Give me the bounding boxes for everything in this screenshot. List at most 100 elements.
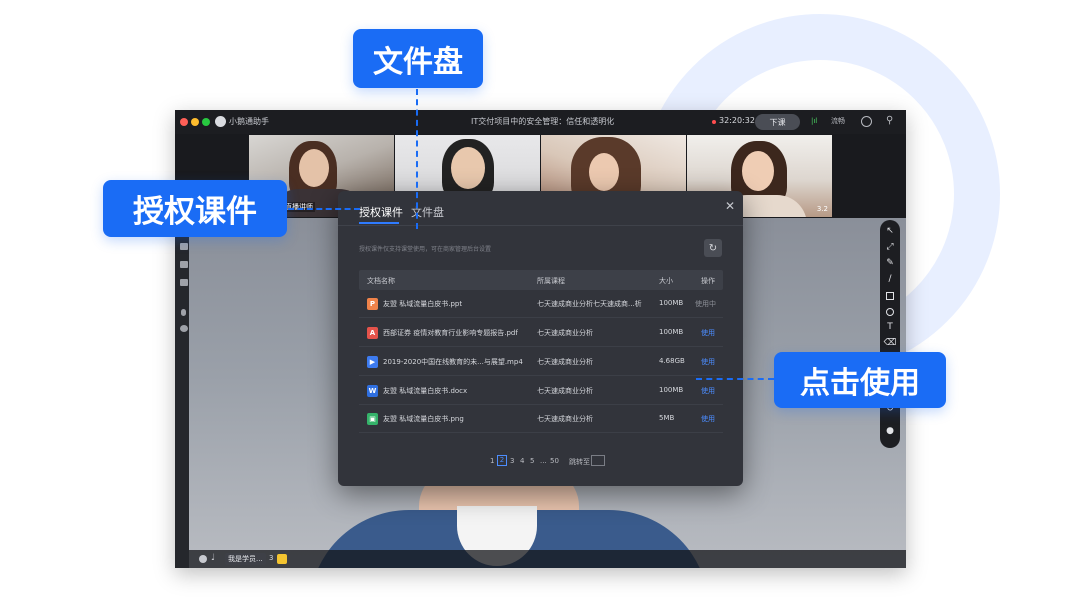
file-course: 七天速成商业分析 xyxy=(537,358,593,366)
screen-share-icon[interactable] xyxy=(180,261,188,268)
laser-icon[interactable]: ⤢ xyxy=(880,242,900,252)
tab-authorized-courseware[interactable]: 授权课件 xyxy=(359,204,403,220)
active-tab-indicator xyxy=(359,222,399,224)
use-button[interactable]: 使用 xyxy=(701,386,715,396)
callout-click-use: 点击使用 xyxy=(774,352,946,408)
whiteboard-icon[interactable] xyxy=(180,279,188,286)
file-name: 友盟 私域流量白皮书.docx xyxy=(383,387,468,395)
lesson-title: IT交付项目中的安全管理：信任和透明化 xyxy=(471,117,615,126)
ppt-icon: P xyxy=(367,298,378,310)
tile-name: 直播讲师 xyxy=(283,202,315,212)
file-name: 友盟 私域流量白皮书.ppt xyxy=(383,300,463,308)
column-header-course: 所属课程 xyxy=(537,277,565,285)
self-name: 我是学员... xyxy=(225,553,266,565)
page-2-current[interactable]: 2 xyxy=(497,455,507,466)
table-row: A 西部证券 疫情对教育行业影响专题报告.pdf 七天速成商业分析 100MB … xyxy=(359,319,723,347)
table-row: W 友盟 私域流量白皮书.docx 七天速成商业分析 100MB 使用 xyxy=(359,377,723,405)
pdf-icon: A xyxy=(367,327,378,339)
drawing-toolbar: ↖ ⤢ ✎ ∕ T ⌫ ↻ ● xyxy=(880,220,900,448)
microphone-icon[interactable]: ♩ xyxy=(211,553,215,563)
person-head xyxy=(451,147,485,189)
courseware-hint: 授权课件仅支持课堂使用，可在商家管理后台设置 xyxy=(359,246,492,253)
column-header-action: 操作 xyxy=(701,277,715,285)
participant-count: 3 xyxy=(269,554,274,562)
pointer-icon[interactable]: ↖ xyxy=(880,226,900,236)
person-head xyxy=(742,151,774,191)
word-icon: W xyxy=(367,385,378,397)
bottom-bar: ♩ 我是学员... 3 xyxy=(189,550,906,568)
file-size: 100MB xyxy=(659,386,684,394)
file-size: 4.68GB xyxy=(659,357,685,365)
connector-line xyxy=(696,378,774,380)
connector-line xyxy=(416,89,418,229)
close-window-button[interactable] xyxy=(180,118,188,126)
person-head xyxy=(299,149,329,187)
file-name: 友盟 私域流量白皮书.png xyxy=(383,415,464,423)
table-row: ▶ 2019-2020中国在线教育的未...与展望.mp4 七天速成商业分析 4… xyxy=(359,348,723,376)
left-sidebar xyxy=(175,218,189,568)
video-icon: ▶ xyxy=(367,356,378,368)
file-course: 七天速成商业分析七天速成商...析 xyxy=(537,300,642,308)
signal-icon: |ıl xyxy=(811,117,818,125)
clear-icon[interactable]: ● xyxy=(880,426,900,436)
refresh-icon[interactable]: ↻ xyxy=(704,239,722,257)
image-icon: ▣ xyxy=(367,413,378,425)
column-header-name: 文档名称 xyxy=(367,277,395,285)
title-bar: 小鹅通助手 IT交付项目中的安全管理：信任和透明化 32:20:32 下课 |ı… xyxy=(175,110,906,134)
table-row: ▣ 友盟 私域流量白皮书.png 七天速成商业分析 5MB 使用 xyxy=(359,405,723,433)
jump-label: 跳转至 xyxy=(569,458,590,466)
use-button[interactable]: 使用 xyxy=(701,414,715,424)
file-size: 100MB xyxy=(659,328,684,336)
network-quality[interactable]: 流畅 xyxy=(831,116,845,126)
page-4[interactable]: 4 xyxy=(520,457,524,465)
rectangle-icon[interactable] xyxy=(886,292,894,300)
app-logo-icon xyxy=(215,116,226,127)
page-ellipsis: ... xyxy=(540,457,547,465)
file-course: 七天速成商业分析 xyxy=(537,329,593,337)
minimize-window-button[interactable] xyxy=(191,118,199,126)
class-timer: 32:20:32 xyxy=(719,116,755,125)
use-button[interactable]: 使用 xyxy=(701,357,715,367)
eraser-icon[interactable]: ⌫ xyxy=(880,338,900,348)
maximize-window-button[interactable] xyxy=(202,118,210,126)
app-name: 小鹅通助手 xyxy=(229,117,269,126)
microphone-icon[interactable] xyxy=(181,309,186,316)
page-1[interactable]: 1 xyxy=(490,457,494,465)
file-size: 100MB xyxy=(659,299,684,307)
file-size: 5MB xyxy=(659,414,675,422)
line-icon[interactable]: ∕ xyxy=(880,274,900,284)
courseware-dialog: ✕ 授权课件 文件盘 授权课件仅支持课堂使用，可在商家管理后台设置 ↻ 文档名称… xyxy=(338,191,743,486)
table-row: P 友盟 私域流量白皮书.ppt 七天速成商业分析七天速成商...析 100MB… xyxy=(359,290,723,318)
tab-divider xyxy=(338,225,743,226)
folder-icon[interactable] xyxy=(180,243,188,250)
callout-file-disk: 文件盘 xyxy=(353,29,483,88)
stage: 小鹅通助手 IT交付项目中的安全管理：信任和透明化 32:20:32 下课 |ı… xyxy=(0,0,1080,608)
tile-badge: 3.2 xyxy=(816,205,828,213)
connector-line xyxy=(288,208,360,210)
column-header-size: 大小 xyxy=(659,277,673,285)
file-course: 七天速成商业分析 xyxy=(537,415,593,423)
text-icon[interactable]: T xyxy=(880,322,900,332)
in-use-label: 使用中 xyxy=(695,300,716,308)
file-name: 西部证券 疫情对教育行业影响专题报告.pdf xyxy=(383,329,518,337)
end-class-button[interactable]: 下课 xyxy=(755,114,800,130)
jump-page-input[interactable] xyxy=(591,455,605,466)
table-header: 文档名称 所属课程 大小 操作 xyxy=(359,270,723,290)
ellipse-icon[interactable] xyxy=(886,308,894,316)
page-3[interactable]: 3 xyxy=(510,457,514,465)
close-icon[interactable]: ✕ xyxy=(725,199,735,213)
user-status-icon xyxy=(199,555,207,563)
page-5[interactable]: 5 xyxy=(530,457,534,465)
file-name: 2019-2020中国在线教育的未...与展望.mp4 xyxy=(383,358,523,366)
badge-icon xyxy=(277,554,287,564)
pen-icon[interactable]: ✎ xyxy=(880,258,900,268)
recording-dot-icon xyxy=(712,120,716,124)
use-button[interactable]: 使用 xyxy=(701,328,715,338)
page-50[interactable]: 50 xyxy=(550,457,559,465)
settings-icon[interactable] xyxy=(861,116,872,127)
person-head xyxy=(589,153,619,191)
file-course: 七天速成商业分析 xyxy=(537,387,593,395)
callout-authorized-courseware: 授权课件 xyxy=(103,180,287,237)
palette-icon[interactable] xyxy=(180,325,188,332)
pin-icon[interactable]: ⚲ xyxy=(886,115,893,126)
